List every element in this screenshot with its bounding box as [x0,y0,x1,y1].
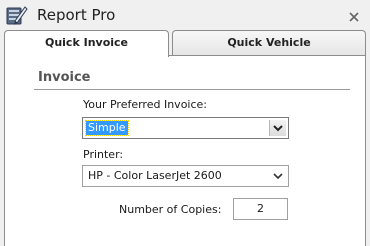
tab-label: Quick Invoice [44,36,129,49]
copies-input[interactable]: 2 [233,198,288,220]
copies-label: Number of Copies: [119,203,222,216]
preferred-invoice-value: Simple [85,120,129,136]
tab-quick-vehicle[interactable]: Quick Vehicle [172,30,366,55]
window-title: Report Pro [37,6,116,24]
chevron-down-icon[interactable] [270,168,286,184]
close-icon[interactable] [347,10,361,24]
printer-select[interactable]: HP - Color LaserJet 2600 [82,165,289,187]
title-bar: Report Pro [0,0,370,31]
chevron-down-icon[interactable] [269,120,286,136]
printer-value: HP - Color LaserJet 2600 [88,169,222,182]
section-title: Invoice [38,70,91,85]
section-divider [34,89,350,90]
tab-quick-invoice[interactable]: Quick Invoice [4,30,169,57]
preferred-invoice-label: Your Preferred Invoice: [83,98,207,111]
preferred-invoice-select[interactable]: Simple [82,117,289,139]
pen-logo-icon [6,6,28,25]
tab-label: Quick Vehicle [227,36,311,49]
printer-label: Printer: [83,148,124,161]
